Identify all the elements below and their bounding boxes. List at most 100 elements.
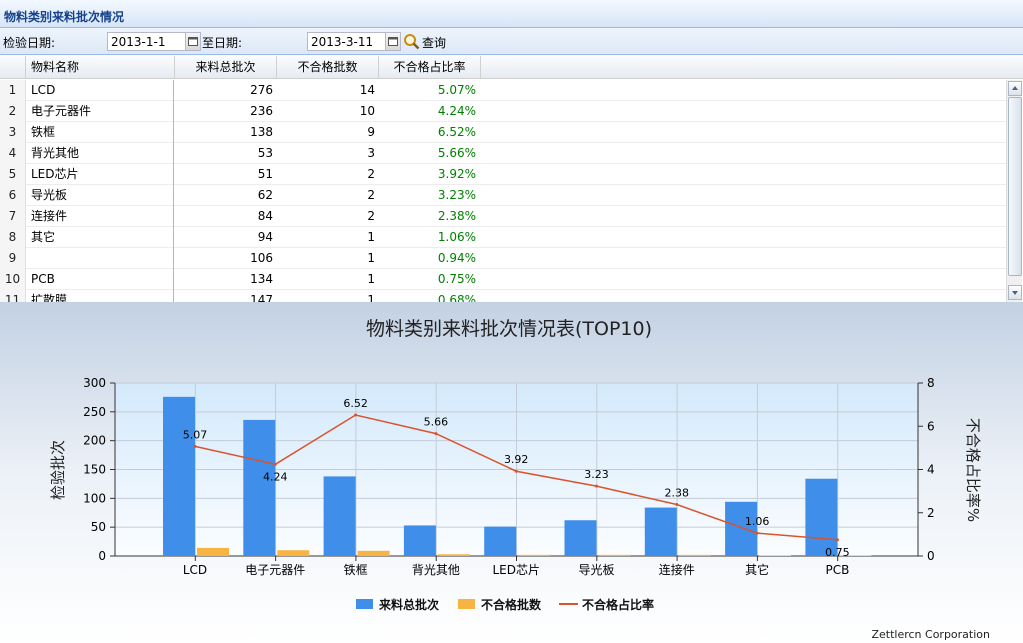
cell-material-name (26, 248, 174, 269)
column-header-name[interactable]: 物料名称 (26, 56, 175, 79)
cell-material-name: LCD (26, 80, 174, 101)
bar-fail-batches (678, 554, 711, 556)
cell-fail-batches: 9 (367, 125, 375, 139)
bar-total-batches (163, 396, 195, 556)
table-row[interactable]: 9 106 1 0.94% (0, 248, 1006, 269)
cell-material-name: 背光其他 (26, 143, 174, 164)
cell-material-name: 导光板 (26, 185, 174, 206)
column-header-total[interactable]: 来料总批次 (175, 56, 277, 79)
row-number: 6 (0, 185, 26, 206)
table-row[interactable]: 1 LCD 276 14 5.07% (0, 80, 1006, 101)
cell-material-name: 其它 (26, 227, 174, 248)
line-point (193, 444, 197, 448)
table-row[interactable]: 11 扩散膜 147 1 0.68% (0, 290, 1006, 302)
data-grid: 物料名称 来料总批次 不合格批数 不合格占比率 1 LCD 276 14 5.07% 2 电… (0, 56, 1023, 302)
end-date-picker-button[interactable] (385, 33, 400, 50)
table-row[interactable]: 6 导光板 62 2 3.23% (0, 185, 1006, 206)
legend-label[interactable]: 来料总批次 (378, 597, 439, 612)
table-row[interactable]: 3 铁框 138 9 6.52% (0, 122, 1006, 143)
cell-total-batches: 51 (257, 167, 273, 181)
cell-total-batches: 53 (257, 146, 273, 160)
category-label: 电子元器件 (245, 563, 305, 577)
calendar-icon (188, 37, 198, 46)
start-date-input[interactable] (108, 33, 186, 50)
cell-material-name: PCB (26, 269, 174, 290)
category-label: 其它 (745, 562, 769, 577)
scroll-down-button[interactable] (1008, 285, 1022, 300)
cell-fail-rate: 2.38% (437, 209, 476, 223)
line-point (675, 503, 679, 507)
cell-material-name: 铁框 (26, 122, 174, 143)
data-label-fail-rate: 3.92 (504, 453, 529, 466)
start-date-field[interactable] (107, 32, 201, 51)
bar-total-batches (243, 419, 276, 556)
bar-fail-batches (598, 554, 631, 556)
cell-total-batches: 84 (257, 209, 273, 223)
bar-total-batches (564, 520, 597, 556)
table-row[interactable]: 4 背光其他 53 3 5.66% (0, 143, 1006, 164)
cell-total-batches: 94 (257, 230, 273, 244)
right-tick-label: 2 (927, 506, 935, 520)
start-date-picker-button[interactable] (185, 33, 200, 50)
row-number: 2 (0, 101, 26, 122)
cell-fail-rate: 4.24% (437, 104, 476, 118)
query-button-label: 查询 (422, 36, 447, 50)
end-date-input[interactable] (308, 33, 386, 50)
table-row[interactable]: 8 其它 94 1 1.06% (0, 227, 1006, 248)
chevron-down-icon (1012, 291, 1018, 295)
end-date-field[interactable] (307, 32, 401, 51)
scroll-up-button[interactable] (1008, 81, 1022, 96)
grid-body: 1 LCD 276 14 5.07% 2 电子元器件 236 10 4.24% 3 铁框 138 9 6.5… (0, 80, 1006, 302)
bar-fail-batches (759, 555, 792, 556)
scroll-thumb[interactable] (1008, 97, 1022, 276)
table-row[interactable]: 10 PCB 134 1 0.75% (0, 269, 1006, 290)
table-row[interactable]: 2 电子元器件 236 10 4.24% (0, 101, 1006, 122)
table-row[interactable]: 7 连接件 84 2 2.38% (0, 206, 1006, 227)
chart-title: 物料类别来料批次情况表(TOP10) (366, 318, 652, 340)
column-header-fail[interactable]: 不合格批数 (277, 56, 379, 79)
cell-fail-batches: 2 (367, 188, 375, 202)
cell-total-batches: 138 (250, 125, 273, 139)
grid-vertical-scrollbar[interactable] (1006, 80, 1022, 302)
bar-total-batches (805, 478, 838, 556)
cell-material-name: 连接件 (26, 206, 174, 227)
cell-fail-rate: 0.75% (437, 272, 476, 286)
cell-fail-rate: 5.66% (437, 146, 476, 160)
category-label: 导光板 (578, 563, 614, 577)
legend-label[interactable]: 不合格批数 (481, 597, 542, 612)
right-axis-title: 不合格占比率% (964, 418, 982, 522)
cell-fail-batches: 2 (367, 167, 375, 181)
bar-total-batches (644, 507, 677, 556)
row-number: 7 (0, 206, 26, 227)
right-tick-label: 6 (927, 419, 935, 433)
left-tick-label: 250 (83, 405, 106, 419)
left-tick-label: 200 (83, 434, 106, 448)
row-number: 3 (0, 122, 26, 143)
line-point (755, 531, 759, 535)
cell-total-batches: 62 (257, 188, 273, 202)
data-label-fail-rate: 5.07 (183, 428, 208, 441)
cell-total-batches: 106 (250, 251, 273, 265)
row-number: 4 (0, 143, 26, 164)
data-label-fail-rate: 0.75 (825, 546, 850, 559)
column-header-rate[interactable]: 不合格占比率 (379, 56, 481, 79)
panel-title: 物料类别来料批次情况 (4, 10, 125, 24)
data-label-fail-rate: 5.66 (424, 416, 449, 429)
cell-material-name: LED芯片 (26, 164, 174, 185)
category-label: LCD (183, 563, 207, 577)
cell-fail-batches: 2 (367, 209, 375, 223)
legend-swatch (356, 599, 373, 609)
right-tick-label: 8 (927, 376, 935, 390)
table-row[interactable]: 5 LED芯片 51 2 3.92% (0, 164, 1006, 185)
category-label: 背光其他 (412, 563, 460, 577)
search-icon (404, 34, 420, 50)
rownumber-header (0, 56, 26, 79)
data-label-fail-rate: 2.38 (665, 487, 690, 500)
row-number: 8 (0, 227, 26, 248)
legend-label[interactable]: 不合格占比率 (582, 597, 654, 612)
right-tick-label: 0 (927, 549, 935, 563)
line-point (273, 462, 277, 466)
cell-fail-rate: 0.68% (437, 293, 476, 302)
cell-fail-rate: 0.94% (437, 251, 476, 265)
line-point (595, 484, 598, 488)
